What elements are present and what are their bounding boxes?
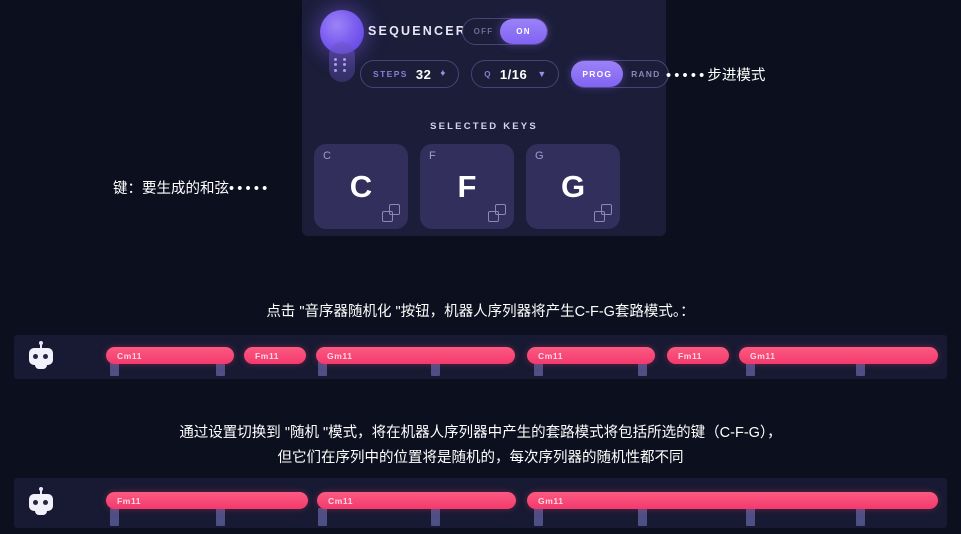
chord-label: Cm11 xyxy=(117,350,143,361)
step-tick xyxy=(216,508,225,526)
key-name: C xyxy=(349,169,373,204)
steps-label: STEPS xyxy=(373,69,408,79)
quantize-value: 1/16 xyxy=(499,66,528,82)
step-tick xyxy=(534,508,543,526)
sequencer-strip-rand[interactable]: Fm11 Cm11 Gm11 xyxy=(14,478,947,528)
annotation-step-mode: •••••步进模式 xyxy=(666,64,765,85)
selected-keys-label: SELECTED KEYS xyxy=(430,121,538,132)
mode-toggle[interactable]: PROG RAND xyxy=(571,60,670,88)
annotation-selected-keys: 键：要生成的和弦••••• xyxy=(113,177,270,198)
steps-value: 32 xyxy=(415,66,432,82)
copy-icon[interactable] xyxy=(594,204,612,222)
chord-label: Fm11 xyxy=(678,350,703,361)
chord-clip[interactable]: Fm11 xyxy=(667,347,729,364)
knob-grip-dots xyxy=(334,58,350,72)
chord-clip[interactable]: Cm11 xyxy=(527,347,655,364)
annotation-text: 键：要生成的和弦 xyxy=(113,181,229,197)
page-title: SEQUENCER xyxy=(368,24,467,38)
key-name: G xyxy=(560,169,586,204)
key-card-c[interactable]: C C xyxy=(314,144,408,229)
step-tick xyxy=(856,508,865,526)
caption-line-1: 点击 "音序器随机化 "按钮，机器人序列器将产生C-F-G套路模式。： xyxy=(266,304,695,320)
chord-clip[interactable]: Gm11 xyxy=(527,492,938,509)
chord-label: Cm11 xyxy=(538,350,564,361)
controls-row: STEPS 32 ▲ ▼ Q 1/16 ▼ PROG RAND xyxy=(360,60,670,88)
caption-line-3: 但它们在序列中的位置将是随机的，每次序列器的随机性都不同 xyxy=(277,450,684,466)
key-corner-label: G xyxy=(535,150,544,162)
steps-stepper[interactable]: STEPS 32 ▲ ▼ xyxy=(360,60,460,88)
key-name: F xyxy=(457,169,477,204)
sequencer-panel-header: SEQUENCER OFF ON STEPS 32 ▲ ▼ Q 1/16 ▼ PR… xyxy=(302,0,670,110)
quantize-label: Q xyxy=(484,69,492,79)
step-tick xyxy=(110,508,119,526)
chord-clip[interactable]: Cm11 xyxy=(317,492,516,509)
stepper-arrows-icon[interactable]: ▲ ▼ xyxy=(439,69,446,78)
robot-icon xyxy=(28,486,54,517)
sequencer-panel: SEQUENCER OFF ON STEPS 32 ▲ ▼ Q 1/16 ▼ PR… xyxy=(302,0,670,236)
selected-keys-row: C C F F G G xyxy=(314,144,620,229)
step-tick xyxy=(318,508,327,526)
chord-label: Gm11 xyxy=(327,350,353,361)
robot-icon xyxy=(28,340,54,371)
key-card-g[interactable]: G G xyxy=(526,144,620,229)
chord-label: Fm11 xyxy=(255,350,280,361)
chord-clip[interactable]: Gm11 xyxy=(739,347,938,364)
leader-dots: ••••• xyxy=(666,68,708,84)
mode-prog-button[interactable]: PROG xyxy=(571,61,624,87)
chord-track[interactable]: Fm11 Cm11 Gm11 xyxy=(106,478,943,528)
step-tick xyxy=(638,508,647,526)
caption-line-2: 通过设置切换到 "随机 "模式，将在机器人序列器中产生的套路模式将包括所选的键（… xyxy=(179,425,782,441)
sequencer-strip-prog[interactable]: Cm11 Fm11 Gm11 Cm11 Fm11 Gm11 xyxy=(14,335,947,379)
chord-track[interactable]: Cm11 Fm11 Gm11 Cm11 Fm11 Gm11 xyxy=(106,335,943,379)
annotation-text: 步进模式 xyxy=(707,68,766,84)
leader-dots: ••••• xyxy=(229,181,271,197)
chord-clip[interactable]: Fm11 xyxy=(106,492,308,509)
power-off-label[interactable]: OFF xyxy=(463,27,504,36)
chord-clip[interactable]: Fm11 xyxy=(244,347,306,364)
step-tick xyxy=(746,508,755,526)
chord-clip[interactable]: Cm11 xyxy=(106,347,234,364)
mode-rand-button[interactable]: RAND xyxy=(623,69,668,79)
chord-clip[interactable]: Gm11 xyxy=(316,347,515,364)
step-tick xyxy=(431,508,440,526)
chord-label: Gm11 xyxy=(538,495,564,506)
chord-label: Fm11 xyxy=(117,495,142,506)
power-on-label[interactable]: ON xyxy=(500,19,547,44)
key-corner-label: C xyxy=(323,150,331,162)
chord-label: Gm11 xyxy=(750,350,776,361)
copy-icon[interactable] xyxy=(382,204,400,222)
quantize-select[interactable]: Q 1/16 ▼ xyxy=(471,60,560,88)
chord-label: Cm11 xyxy=(328,495,354,506)
key-corner-label: F xyxy=(429,150,436,162)
key-card-f[interactable]: F F xyxy=(420,144,514,229)
copy-icon[interactable] xyxy=(488,204,506,222)
power-toggle[interactable]: OFF ON xyxy=(462,18,548,45)
chevron-down-icon[interactable]: ▼ xyxy=(537,69,546,79)
